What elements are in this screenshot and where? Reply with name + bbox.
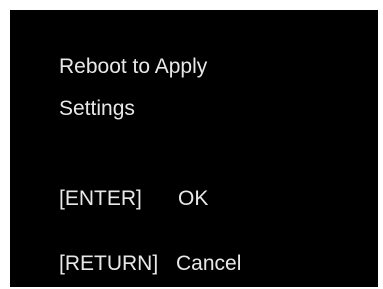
dialog-message-line-2: Settings bbox=[59, 97, 135, 120]
ok-option[interactable]: [ENTER] OK bbox=[59, 185, 208, 211]
enter-key-hint: [ENTER] bbox=[59, 186, 142, 210]
cancel-option[interactable]: [RETURN] Cancel bbox=[59, 250, 241, 276]
reboot-dialog: Reboot to Apply Settings [ENTER] OK [RET… bbox=[10, 10, 378, 287]
ok-label: OK bbox=[178, 186, 209, 210]
dialog-message-line-1: Reboot to Apply bbox=[59, 55, 208, 78]
cancel-label: Cancel bbox=[176, 251, 242, 275]
return-key-hint: [RETURN] bbox=[59, 251, 159, 275]
